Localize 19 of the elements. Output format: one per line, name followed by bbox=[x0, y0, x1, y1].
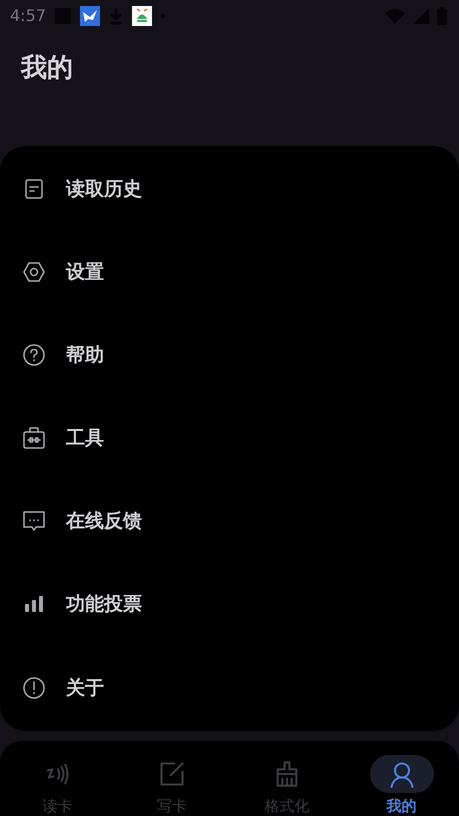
menu-item[interactable]: 设置 bbox=[0, 230, 459, 314]
edit-icon bbox=[158, 760, 186, 788]
person-icon bbox=[388, 760, 416, 788]
bird-app-icon bbox=[80, 6, 100, 26]
page-title: 我的 bbox=[21, 52, 73, 85]
settings-icon bbox=[22, 260, 46, 284]
toolbox-icon bbox=[22, 426, 46, 450]
robot-app-icon bbox=[132, 6, 152, 26]
help-icon bbox=[22, 343, 46, 368]
status-time: 4:57 bbox=[10, 6, 46, 26]
menu-item[interactable]: 工具 bbox=[0, 396, 459, 480]
menu-item[interactable]: 帮助 bbox=[0, 314, 459, 397]
menu-item[interactable]: 在线反馈 bbox=[0, 480, 459, 563]
menu-item[interactable]: 读取历史 bbox=[0, 148, 459, 231]
chat-icon bbox=[22, 509, 46, 534]
info-icon bbox=[22, 676, 46, 700]
menu-item[interactable]: 关于 bbox=[0, 646, 459, 730]
menu-item[interactable]: 功能投票 bbox=[0, 562, 459, 646]
nav-tab[interactable]: 我的 bbox=[344, 755, 459, 816]
